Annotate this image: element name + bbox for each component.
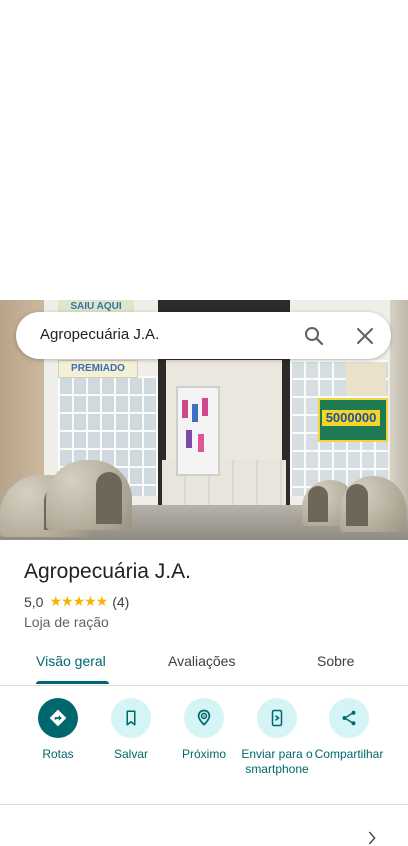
shelf-item [202, 398, 208, 416]
star-rating-icon: ★★★★★ [49, 593, 108, 609]
nearby-label: Próximo [181, 747, 226, 761]
shelf-item [198, 434, 204, 452]
rating-row[interactable]: 5,0 ★★★★★ (4) [24, 593, 129, 610]
nearby-button[interactable]: Próximo [168, 698, 240, 762]
kennel-opening [346, 484, 368, 526]
shelf-item [186, 430, 192, 448]
directions-icon[interactable] [38, 698, 78, 738]
sign-premiado: PREMIADO [58, 360, 138, 378]
place-category: Loja de ração [24, 614, 109, 630]
save-button[interactable]: Salvar [95, 698, 167, 762]
rating-value: 5,0 [24, 593, 44, 610]
review-count[interactable]: (4) [112, 594, 129, 610]
tab-bar: Visão geral Avaliações Sobre [0, 640, 408, 686]
bookmark-icon[interactable] [111, 698, 151, 738]
kennel-opening [96, 472, 122, 524]
shelf-item [182, 400, 188, 418]
place-title: Agropecuária J.A. [24, 560, 191, 583]
search-query-text[interactable]: Agropecuária J.A. [40, 326, 159, 343]
save-label: Salvar [113, 747, 148, 761]
directions-button[interactable]: Rotas [22, 698, 94, 762]
active-tab-indicator [36, 681, 109, 684]
close-icon[interactable] [353, 324, 377, 348]
search-icon[interactable] [302, 324, 326, 348]
share-label: Compartilhar [314, 747, 384, 761]
kennel-opening [308, 486, 328, 522]
share-icon[interactable] [329, 698, 369, 738]
section-divider [0, 804, 408, 805]
send-to-phone-label: Enviar para o smartphone [241, 747, 313, 776]
nearby-icon[interactable] [184, 698, 224, 738]
map-area[interactable] [0, 0, 408, 300]
lottery-poster-number: 5000000 [322, 410, 380, 426]
chevron-right-icon[interactable] [364, 830, 380, 846]
tab-about[interactable]: Sobre [317, 653, 354, 669]
share-button[interactable]: Compartilhar [313, 698, 385, 762]
search-bar[interactable]: Agropecuária J.A. [16, 312, 391, 359]
poster-small [346, 362, 386, 396]
tab-reviews[interactable]: Avaliações [168, 653, 235, 669]
shelf-item [192, 404, 198, 422]
directions-label: Rotas [42, 747, 74, 761]
tab-overview[interactable]: Visão geral [36, 653, 106, 669]
send-to-phone-button[interactable]: Enviar para o smartphone [241, 698, 313, 777]
send-to-phone-icon[interactable] [257, 698, 297, 738]
